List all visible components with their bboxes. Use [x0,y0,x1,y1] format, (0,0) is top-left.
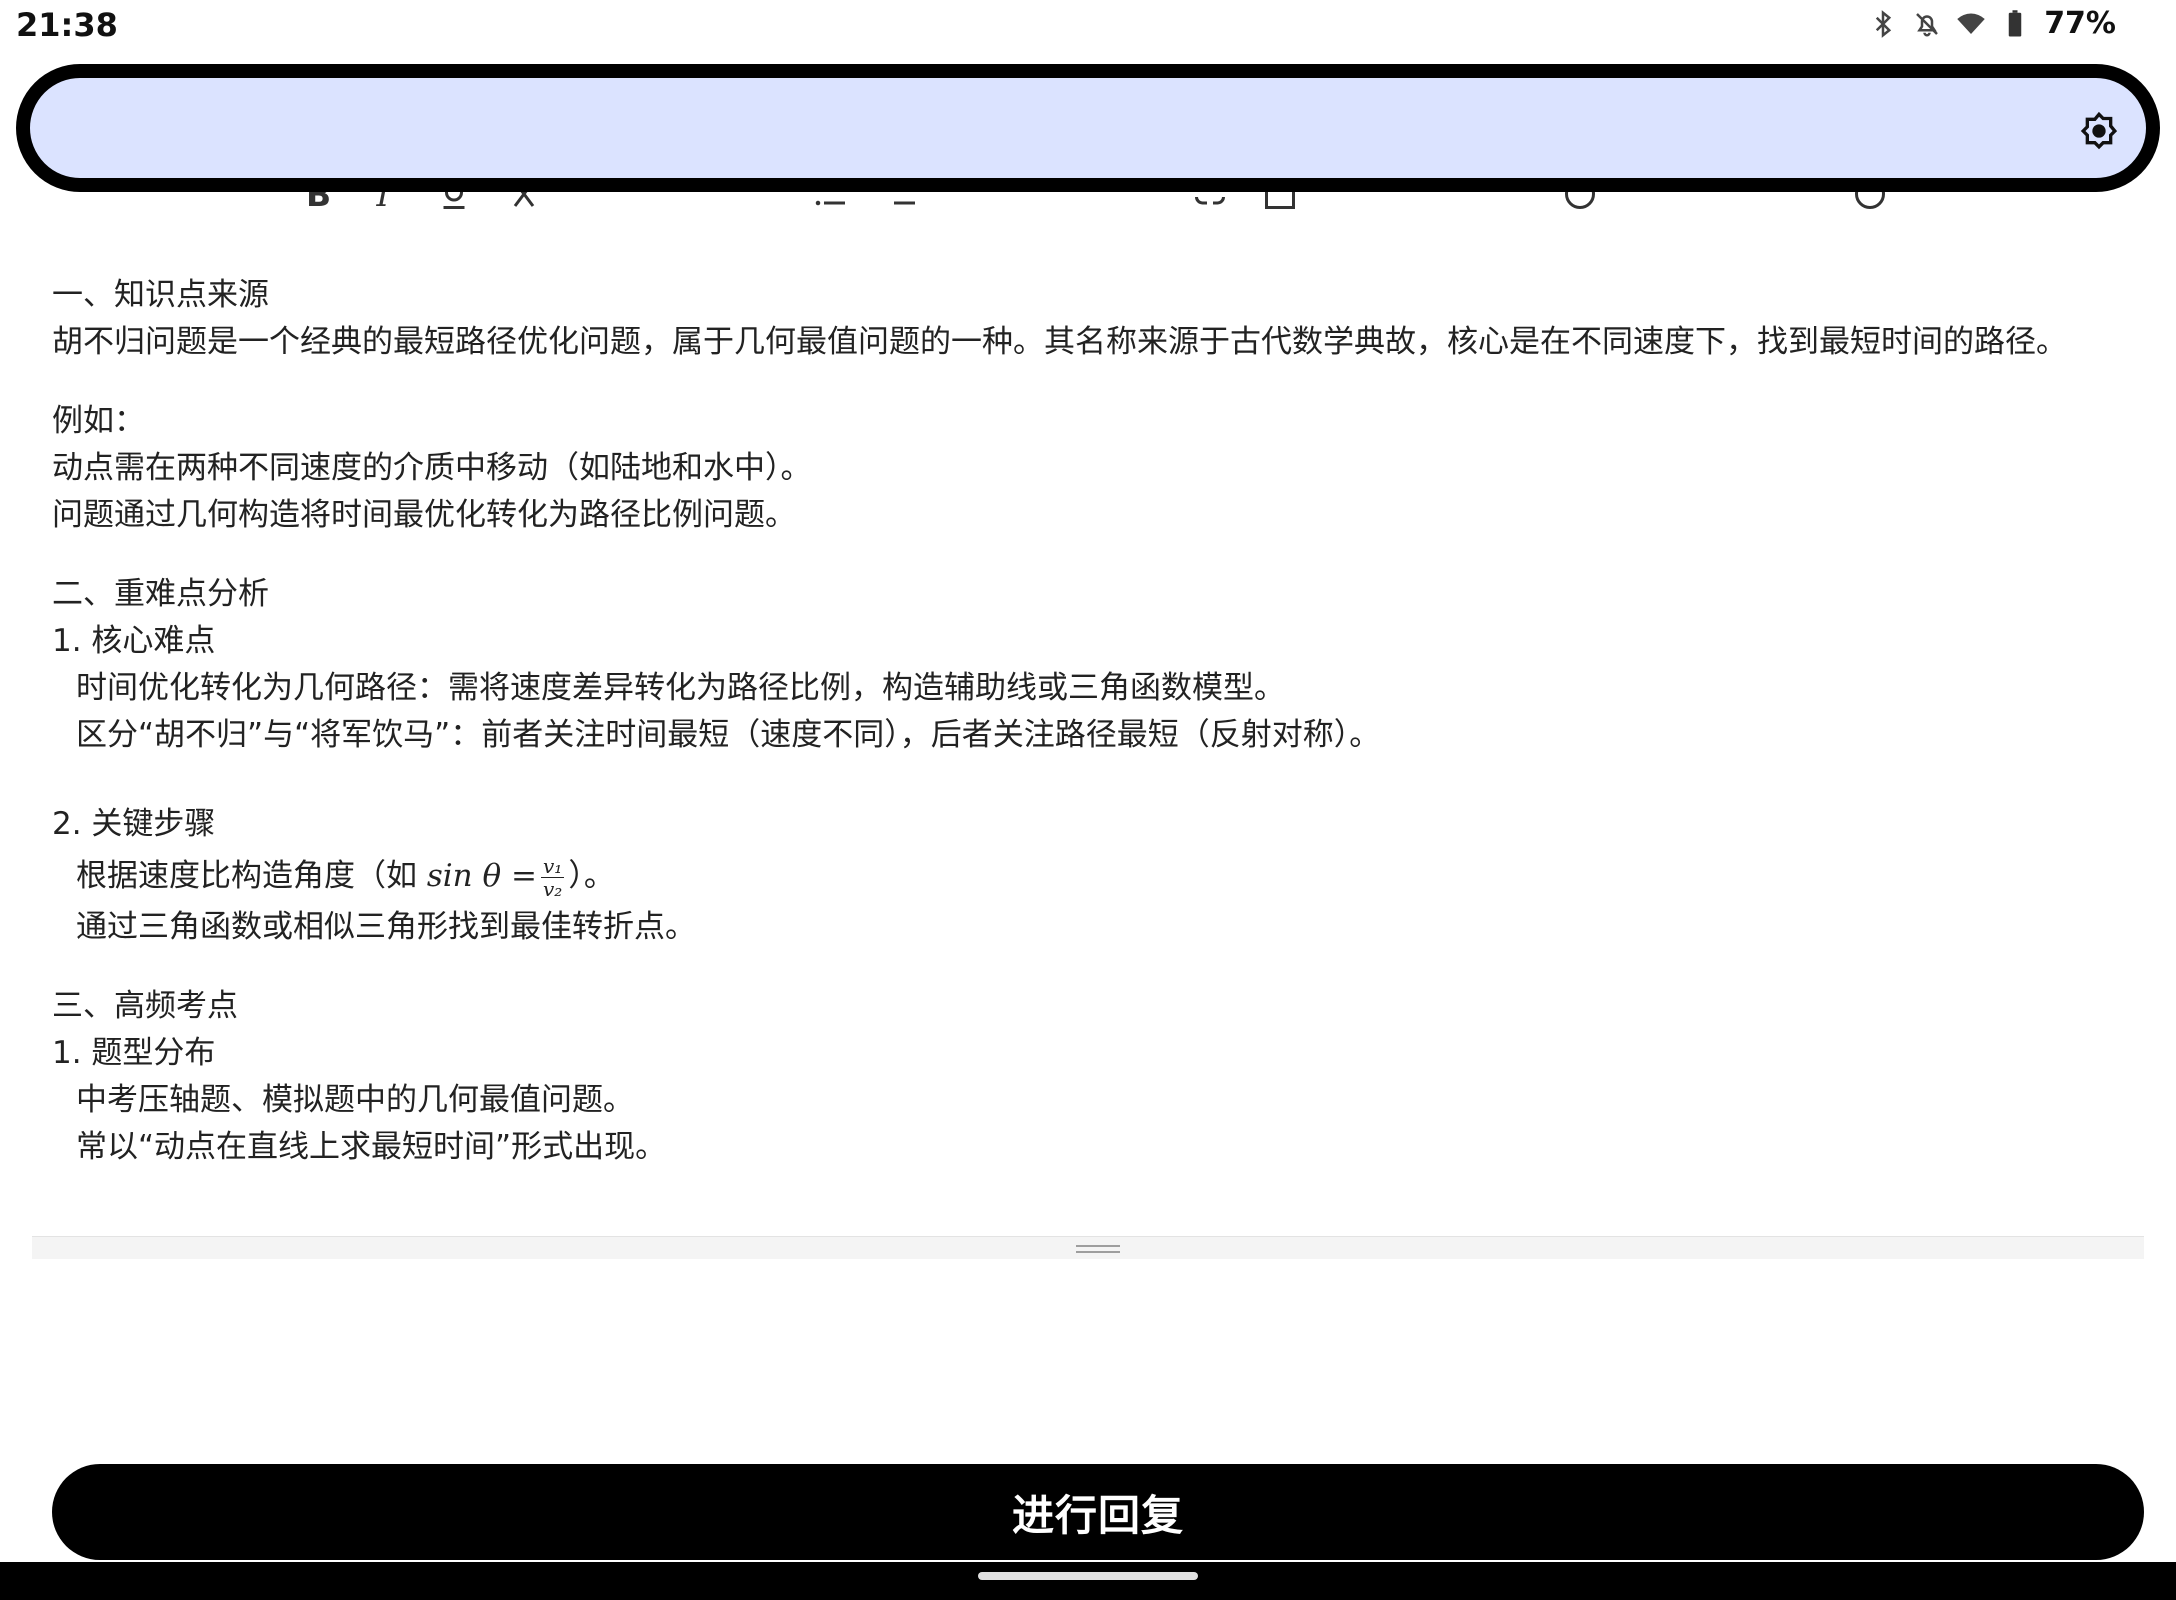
example-item: 动点需在两种不同速度的介质中移动（如陆地和水中）。 [52,450,812,486]
numbered-list-icon[interactable] [882,192,918,212]
text-segment: 根据速度比构造角度（如 [76,858,427,894]
bold-icon[interactable]: B [300,192,336,212]
list-item: 通过三角函数或相似三角形找到最佳转折点。 [76,909,696,945]
example-item: 问题通过几何构造将时间最优化转化为路径比例问题。 [52,497,796,533]
resize-handle[interactable] [32,1236,2144,1259]
underline-icon[interactable] [436,192,472,212]
notifications-off-icon [1916,12,1939,36]
list-item: 常以“动点在直线上求最短时间”形式出现。 [76,1129,667,1165]
svg-text:I: I [376,192,391,212]
subheading: 1. 核心难点 [52,623,216,659]
battery-icon [2008,9,2022,36]
italic-icon[interactable]: I [366,192,402,212]
section-heading: 一、知识点来源 [52,277,269,313]
list-item: 中考压轴题、模拟题中的几何最值问题。 [76,1082,634,1118]
link-icon[interactable] [1192,192,1228,212]
bullet-list-icon[interactable] [812,192,848,212]
top-input-bar[interactable] [16,64,2160,192]
fraction-denominator: v₂ [543,877,563,901]
example-label: 例如： [52,403,145,439]
list-item: 区分“胡不归”与“将军饮马”：前者关注时间最短（速度不同），后者关注路径最短（反… [76,717,1381,753]
paragraph: 胡不归问题是一个经典的最短路径优化问题，属于几何最值问题的一种。其名称来源于古代… [52,324,2067,360]
subheading: 2. 关键步骤 [52,806,216,842]
list-item: 时间优化转化为几何路径：需将速度差异转化为路径比例，构造辅助线或三角函数模型。 [76,670,1285,706]
mention-icon[interactable] [1852,192,1888,212]
status-bar: 21:38 77% [0,0,2176,52]
battery-percentage: 77% [2044,6,2116,41]
answer-content[interactable]: 一、知识点来源 胡不归问题是一个经典的最短路径优化问题，属于几何最值问题的一种。… [52,272,2112,1171]
text-segment: ）。 [568,858,615,894]
bluetooth-icon [1876,9,1892,38]
list-item: 根据速度比构造角度（如 sin θ = v₁ v₂）。 [52,848,2112,904]
svg-text:B: B [306,192,331,212]
settings-brightness-icon [2080,111,2118,150]
status-time: 21:38 [16,6,118,44]
math-expression: sin θ = [426,858,537,894]
navigation-bar [0,1562,2176,1600]
formatting-toolbar: B I [0,192,2176,212]
fraction-numerator: v₁ [541,854,565,878]
wifi-icon [1957,13,1985,34]
strikethrough-icon[interactable] [506,192,542,212]
home-indicator[interactable] [978,1572,1198,1580]
settings-button[interactable] [2076,108,2122,154]
subheading: 1. 题型分布 [52,1035,216,1071]
emoji-icon[interactable] [1562,192,1598,212]
image-icon[interactable] [1262,192,1298,212]
math-fraction: v₁ v₂ [541,854,565,901]
reply-button[interactable]: 进行回复 [52,1464,2144,1560]
section-heading: 二、重难点分析 [52,576,269,612]
section-heading: 三、高频考点 [52,988,238,1024]
status-icons: 77% [1868,6,2116,41]
drag-handle-icon [1076,1245,1120,1253]
